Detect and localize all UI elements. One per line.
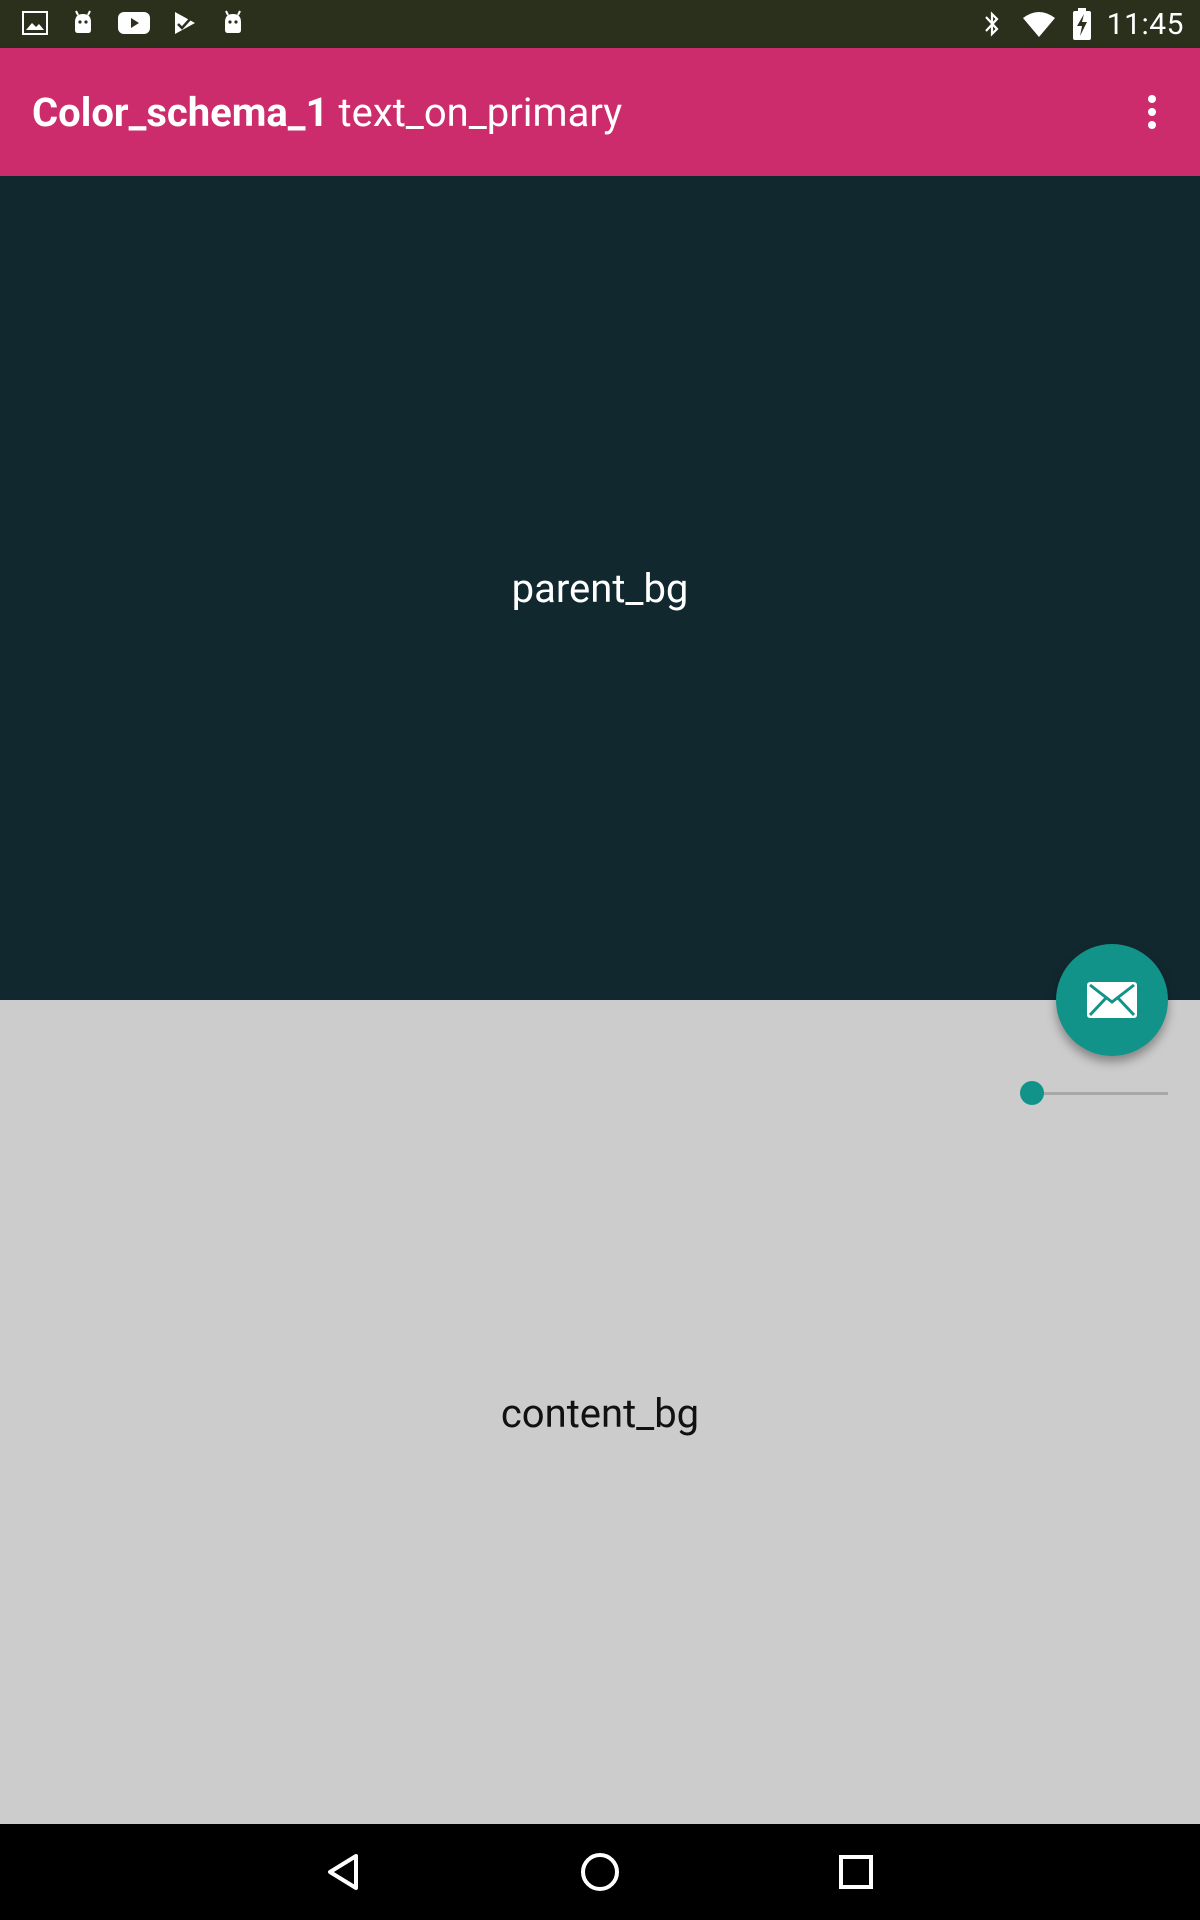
store-icon (170, 8, 200, 38)
battery-charging-icon (1071, 8, 1093, 40)
parent-bg-label: parent_bg (511, 564, 689, 612)
youtube-icon (116, 8, 152, 38)
bluetooth-icon (977, 9, 1007, 39)
slider-track (1032, 1092, 1168, 1095)
seek-slider[interactable] (1020, 1080, 1168, 1106)
android-icon (68, 8, 98, 38)
more-vert-icon[interactable] (1128, 88, 1176, 136)
content-bg-section: content_bg (0, 1000, 1200, 1824)
status-bar: 11:45 (0, 0, 1200, 48)
home-icon[interactable] (570, 1842, 630, 1902)
page-title: Color_schema_1 text_on_primary (32, 48, 622, 176)
notification-icons (20, 8, 248, 38)
android-icon (218, 8, 248, 38)
navigation-bar (0, 1824, 1200, 1920)
slider-thumb[interactable] (1020, 1081, 1044, 1105)
image-icon (20, 8, 50, 38)
back-icon[interactable] (314, 1842, 374, 1902)
parent-bg-section: parent_bg (0, 176, 1200, 1000)
title-primary: Color_schema_1 (32, 88, 329, 136)
content-bg-label: content_bg (500, 1390, 700, 1437)
clock: 11:45 (1106, 6, 1184, 42)
recents-icon[interactable] (826, 1842, 886, 1902)
mail-icon (1087, 982, 1137, 1018)
wifi-icon (1021, 9, 1057, 39)
app-bar: Color_schema_1 text_on_primary (0, 48, 1200, 176)
mail-fab-button[interactable] (1056, 944, 1168, 1056)
title-secondary: text_on_primary (338, 88, 623, 136)
system-status: 11:45 (977, 0, 1184, 48)
